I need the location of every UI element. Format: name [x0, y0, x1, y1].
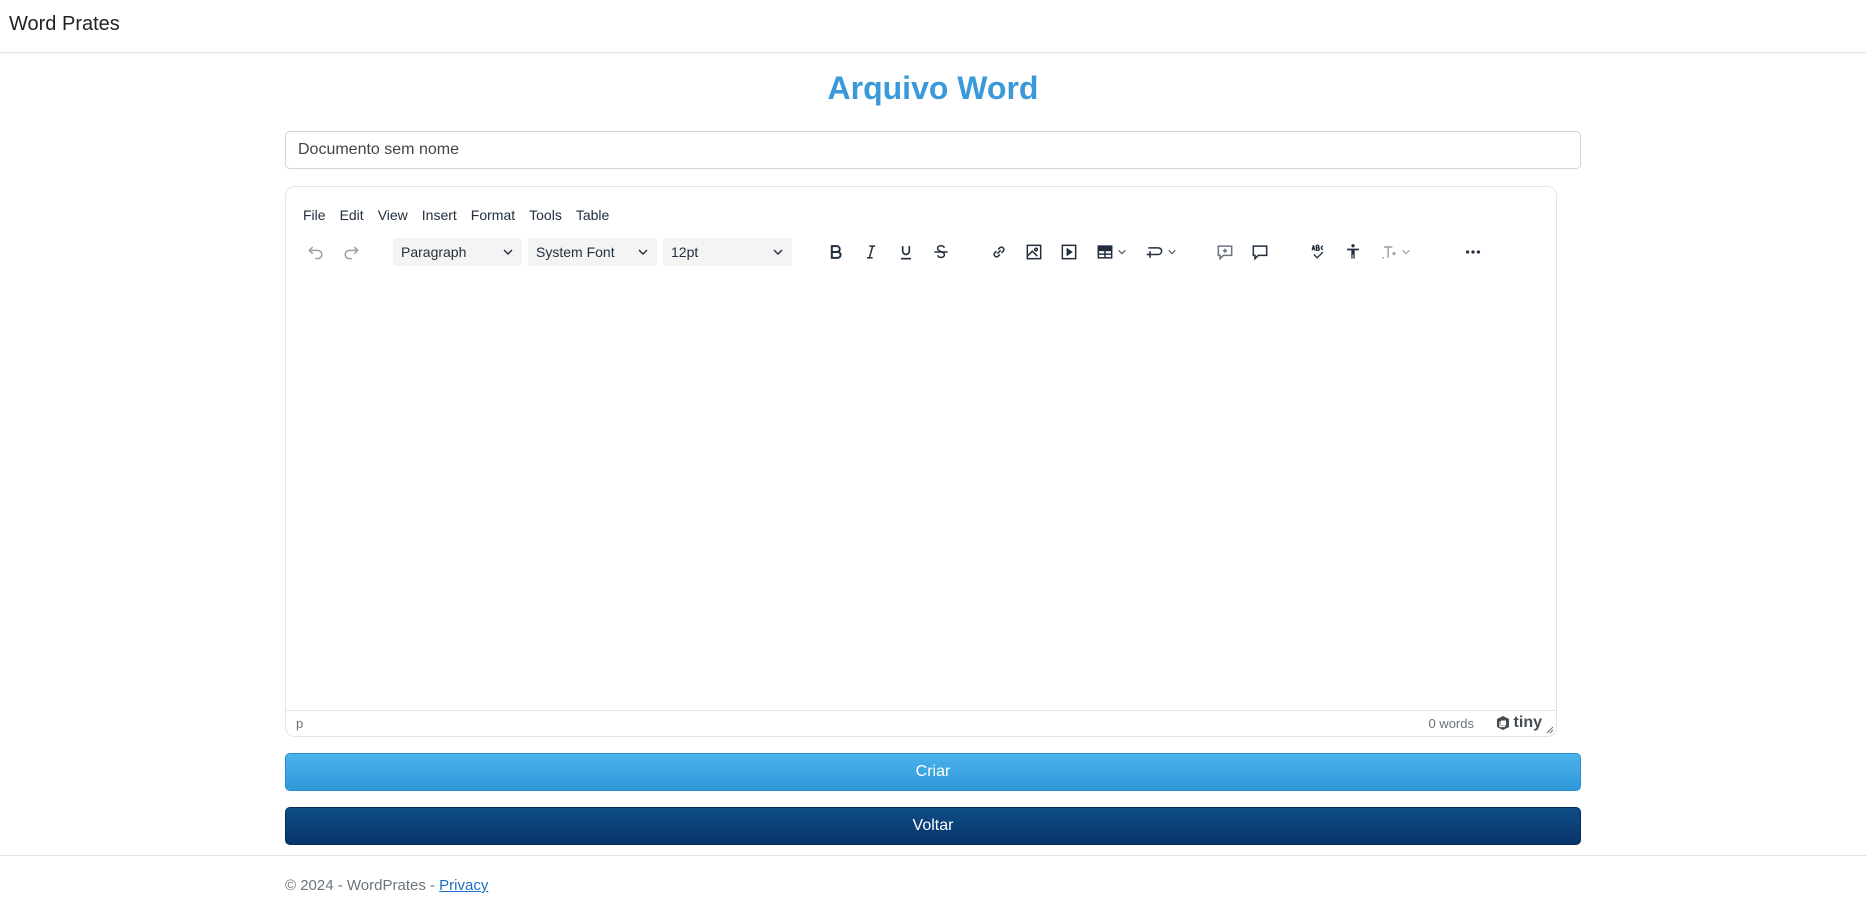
add-comment-button[interactable]	[1208, 235, 1242, 269]
typography-icon	[1382, 246, 1396, 259]
block-format-select[interactable]: Paragraph	[393, 238, 522, 266]
tiny-brand-text: tiny	[1513, 714, 1542, 731]
footer-copyright: © 2024 - WordPrates -	[285, 877, 440, 894]
bold-icon	[830, 245, 842, 259]
privacy-link[interactable]: Privacy	[439, 877, 488, 894]
font-size-value: 12pt	[671, 244, 699, 260]
font-family-value: System Font	[536, 244, 615, 260]
image-button[interactable]	[1017, 235, 1051, 269]
menu-table[interactable]: Table	[569, 203, 616, 227]
footer-divider	[0, 855, 1866, 856]
media-icon	[1061, 244, 1077, 260]
comment-icon	[1252, 245, 1268, 261]
back-button[interactable]: Voltar	[285, 807, 1581, 845]
menu-insert[interactable]: Insert	[415, 203, 464, 227]
link-icon	[993, 246, 1005, 258]
typography-button[interactable]	[1371, 235, 1419, 269]
redo-button[interactable]	[334, 235, 368, 269]
create-button[interactable]: Criar	[285, 753, 1581, 791]
spellcheck-icon	[1311, 244, 1324, 259]
menu-edit[interactable]: Edit	[333, 203, 371, 227]
underline-icon	[901, 246, 911, 260]
tiny-logo[interactable]: tiny	[1495, 714, 1542, 732]
brand-link[interactable]: Word Prates	[9, 13, 120, 36]
chevron-down-icon	[1118, 249, 1126, 255]
more-button[interactable]	[1456, 235, 1490, 269]
chevron-down-icon	[638, 249, 648, 255]
addcomment-icon	[1217, 245, 1233, 261]
chevron-down-icon	[503, 249, 513, 255]
navbar: Word Prates	[0, 0, 1866, 53]
more-icon	[1465, 250, 1481, 254]
editor-content-area[interactable]	[286, 276, 1556, 712]
chevron-down-icon	[1168, 249, 1176, 255]
accessibility-button[interactable]	[1336, 235, 1370, 269]
menu-format[interactable]: Format	[464, 203, 522, 227]
chevron-down-icon	[773, 249, 783, 255]
link-button[interactable]	[982, 235, 1016, 269]
footer: © 2024 - WordPrates - Privacy	[285, 877, 488, 894]
redo-icon	[344, 246, 359, 260]
tiny-icon	[1496, 716, 1509, 730]
media-button[interactable]	[1052, 235, 1086, 269]
spellcheck-button[interactable]	[1301, 235, 1335, 269]
strikethrough-icon	[934, 244, 948, 259]
editor-menubar: File Edit View Insert Format Tools Table	[296, 203, 616, 227]
element-path[interactable]: p	[296, 716, 303, 731]
font-size-select[interactable]: 12pt	[663, 238, 792, 266]
document-name-input[interactable]	[285, 131, 1581, 169]
underline-button[interactable]	[889, 235, 923, 269]
rich-text-editor: File Edit View Insert Format Tools Table…	[285, 186, 1557, 737]
bold-button[interactable]	[819, 235, 853, 269]
font-family-select[interactable]: System Font	[528, 238, 657, 266]
comment-button[interactable]	[1243, 235, 1277, 269]
accessibility-icon	[1347, 244, 1359, 259]
word-count[interactable]: 0 words	[1428, 716, 1474, 731]
menu-view[interactable]: View	[371, 203, 415, 227]
editor-header: File Edit View Insert Format Tools Table…	[286, 187, 1556, 276]
menu-tools[interactable]: Tools	[522, 203, 569, 227]
menu-file[interactable]: File	[296, 203, 333, 227]
page-title: Arquivo Word	[827, 70, 1039, 106]
comment-tag-icon	[1146, 247, 1163, 258]
table-icon	[1097, 245, 1113, 259]
comment-menu-button[interactable]	[1137, 235, 1185, 269]
block-format-value: Paragraph	[401, 244, 467, 260]
image-icon	[1026, 244, 1042, 260]
table-button[interactable]	[1087, 235, 1135, 269]
italic-button[interactable]	[854, 235, 888, 269]
chevron-down-icon	[1402, 249, 1410, 255]
strikethrough-button[interactable]	[924, 235, 958, 269]
editor-toolbar: Paragraph System Font 12pt	[286, 235, 1556, 269]
undo-icon	[308, 246, 323, 260]
undo-button[interactable]	[299, 235, 333, 269]
italic-icon	[866, 245, 876, 259]
resize-handle-icon[interactable]	[1544, 724, 1554, 734]
editor-statusbar: p 0 words tiny	[286, 710, 1556, 736]
